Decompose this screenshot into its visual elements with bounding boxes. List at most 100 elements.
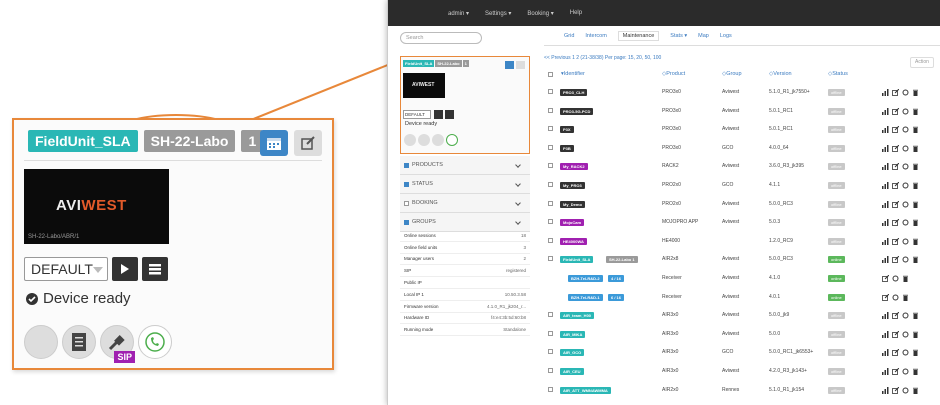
edit-icon[interactable] bbox=[882, 274, 890, 282]
edit-icon[interactable] bbox=[882, 293, 890, 301]
edit-button[interactable] bbox=[294, 130, 322, 156]
calendar-icon[interactable] bbox=[505, 61, 514, 69]
trash-icon[interactable] bbox=[912, 163, 919, 171]
stats-icon[interactable] bbox=[882, 126, 889, 134]
device-name-tag[interactable]: FieldUnit_SLA bbox=[28, 130, 138, 152]
row-checkbox[interactable] bbox=[548, 219, 553, 225]
row-checkbox[interactable] bbox=[548, 89, 553, 94]
trash-icon[interactable] bbox=[912, 331, 919, 338]
table-row[interactable]: ANDAR7PNAIR3x0Aviwest5.0.0_RC1offline bbox=[544, 400, 940, 405]
device-id-label[interactable]: AIR_GCO bbox=[560, 349, 585, 357]
device-id-label[interactable]: AIR_CEU bbox=[560, 368, 584, 375]
device-group-tag[interactable]: SH-22-Labo bbox=[435, 60, 462, 67]
table-row[interactable]: PRO3-5G-PCD PRO3x0 Aviwest 5.0.1_RC1 offline bbox=[544, 103, 940, 122]
trash-icon[interactable] bbox=[912, 387, 919, 394]
select-all-checkbox[interactable] bbox=[548, 72, 553, 77]
refresh-icon[interactable] bbox=[902, 368, 909, 375]
row-checkbox[interactable] bbox=[548, 349, 553, 355]
col-version[interactable]: ◇ Version bbox=[769, 71, 792, 77]
col-status[interactable]: ◇ Status bbox=[828, 71, 848, 77]
row-checkbox[interactable] bbox=[548, 126, 553, 132]
play-button[interactable] bbox=[434, 110, 443, 119]
device-id-label[interactable]: AIR_MIKA bbox=[560, 330, 586, 338]
refresh-icon[interactable] bbox=[902, 331, 909, 338]
trash-icon[interactable] bbox=[902, 294, 909, 301]
trash-icon[interactable] bbox=[912, 349, 919, 357]
row-checkbox[interactable] bbox=[548, 144, 553, 150]
stats-icon[interactable] bbox=[882, 386, 889, 394]
edit-icon[interactable] bbox=[516, 61, 525, 69]
plug-sip-icon[interactable]: SIP bbox=[100, 325, 135, 363]
trash-icon[interactable] bbox=[912, 126, 919, 134]
device-extra-label[interactable]: SH-22-Labo 1 bbox=[606, 256, 638, 264]
stats-icon[interactable] bbox=[882, 349, 889, 357]
document-icon[interactable] bbox=[418, 134, 430, 146]
stats-icon[interactable] bbox=[882, 107, 889, 115]
nav-settings[interactable]: Settings ▾ bbox=[485, 10, 511, 17]
trash-icon[interactable] bbox=[912, 368, 919, 375]
checkbox[interactable] bbox=[404, 219, 409, 225]
refresh-icon[interactable] bbox=[902, 163, 909, 170]
edit-icon[interactable] bbox=[892, 256, 900, 264]
stats-icon[interactable] bbox=[882, 256, 889, 264]
table-row[interactable]: FieldUnit_SLA SH-22-Labo 1 AIR2x8 Aviwest 5.… bbox=[544, 251, 940, 270]
filter-status[interactable]: STATUS bbox=[400, 175, 530, 194]
plug-sip-icon[interactable] bbox=[432, 134, 444, 146]
device-name-tag[interactable]: FieldUnit_SLA bbox=[403, 60, 435, 67]
row-checkbox[interactable] bbox=[548, 182, 553, 187]
document-icon[interactable] bbox=[62, 325, 96, 359]
pagination[interactable]: << Previous 1 2 (21-38/38) Per page: 15,… bbox=[544, 55, 661, 61]
refresh-icon[interactable] bbox=[892, 294, 899, 301]
checkbox[interactable] bbox=[404, 200, 409, 206]
device-id-label[interactable]: MojoCam bbox=[560, 219, 584, 227]
table-row[interactable]: My_Demo PRO2x0 Aviwest 5.0.0_RC3 offline bbox=[544, 196, 940, 215]
trash-icon[interactable] bbox=[912, 256, 919, 264]
row-checkbox[interactable] bbox=[548, 163, 553, 169]
table-row[interactable]: PRO3_CLH PRO3x0 Aviwest 5.1.0_R1_jk7550+ off… bbox=[544, 84, 940, 103]
row-checkbox[interactable] bbox=[548, 200, 553, 206]
edit-icon[interactable] bbox=[892, 200, 900, 208]
play-button[interactable] bbox=[112, 257, 138, 281]
stats-icon[interactable] bbox=[882, 200, 889, 208]
edit-icon[interactable] bbox=[892, 144, 900, 152]
stats-icon[interactable] bbox=[882, 163, 889, 171]
tab-logs[interactable]: Logs bbox=[720, 33, 732, 41]
empty-circle-icon[interactable] bbox=[404, 134, 416, 146]
trash-icon[interactable] bbox=[912, 108, 919, 115]
device-id-label[interactable]: PRO3-5G-PCD bbox=[560, 107, 594, 115]
refresh-icon[interactable] bbox=[902, 126, 909, 133]
device-id-label[interactable]: My_PRO3 bbox=[560, 182, 585, 189]
stats-icon[interactable] bbox=[882, 368, 889, 375]
device-id-label[interactable]: FieldUnit_SLA bbox=[560, 256, 594, 264]
edit-icon[interactable] bbox=[892, 88, 900, 96]
device-id-label[interactable]: HE4000WA bbox=[560, 237, 587, 245]
table-row[interactable]: My_PRO3 PRO2x0 GCO 4.1.1 offline bbox=[544, 177, 940, 196]
device-id-label[interactable]: AIR_team_H00 bbox=[560, 312, 595, 320]
refresh-icon[interactable] bbox=[902, 256, 909, 263]
empty-circle-icon[interactable] bbox=[24, 325, 58, 359]
trash-icon[interactable] bbox=[912, 201, 919, 208]
nav-booking[interactable]: Booking ▾ bbox=[527, 10, 553, 17]
refresh-icon[interactable] bbox=[902, 182, 909, 189]
refresh-icon[interactable] bbox=[902, 238, 909, 245]
refresh-icon[interactable] bbox=[902, 145, 909, 152]
table-row[interactable]: AIR_CEU AIR3x0 Aviwest 4.2.0_R3_jk143+ offli… bbox=[544, 363, 940, 382]
row-checkbox[interactable] bbox=[548, 386, 553, 392]
checkbox[interactable] bbox=[404, 162, 409, 168]
tab-stats[interactable]: Stats ▾ bbox=[670, 33, 687, 41]
table-row[interactable]: HE4000WA HE4000 1.2.0_RC9 offline bbox=[544, 233, 940, 252]
device-id-label[interactable]: BZH-Tel-R&D-2 bbox=[568, 275, 603, 282]
trash-icon[interactable] bbox=[912, 219, 919, 227]
device-id-label[interactable]: My_RACK2 bbox=[560, 163, 588, 171]
tab-maintenance[interactable]: Maintenance bbox=[617, 31, 660, 41]
row-checkbox[interactable] bbox=[548, 312, 553, 318]
edit-icon[interactable] bbox=[892, 163, 900, 171]
device-id-label[interactable]: My_Demo bbox=[560, 200, 585, 208]
device-id-label[interactable]: BZH-Tel-R&D-1 bbox=[568, 293, 603, 301]
table-row[interactable]: AIR_GCO AIR3x0 GCO 5.0.0_RC1_jk6553+ offline bbox=[544, 344, 940, 363]
device-extra-label[interactable]: 4 / 16 bbox=[608, 275, 625, 282]
device-id-label[interactable]: AIR_ATT_WMNAWMMA bbox=[560, 386, 611, 394]
refresh-icon[interactable] bbox=[902, 201, 909, 208]
table-row[interactable]: P3B PRO3x0 GCO 4.0.0_64 offline bbox=[544, 140, 940, 159]
tab-grid[interactable]: Grid bbox=[564, 33, 574, 41]
